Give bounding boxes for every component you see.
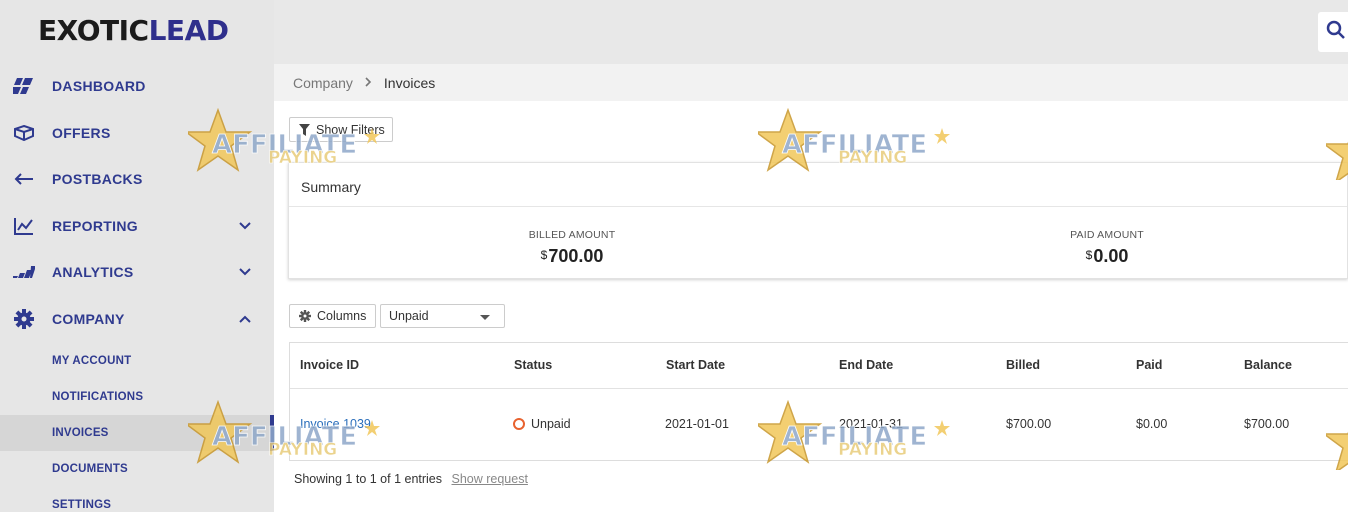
columns-button[interactable]: Columns: [289, 304, 376, 328]
svg-text:PAYING: PAYING: [838, 148, 907, 168]
start-date-cell: 2021-01-01: [665, 417, 729, 431]
paid-amount-label: PAID AMOUNT: [1070, 229, 1144, 241]
sidebar-item-label: DASHBOARD: [52, 78, 146, 94]
caret-down-icon: [480, 315, 490, 320]
watermark: [1321, 410, 1348, 474]
chevron-up-icon[interactable]: [236, 310, 254, 328]
sidebar-subitem-settings[interactable]: SETTINGS: [0, 487, 274, 512]
billed-cell: $700.00: [1006, 417, 1052, 431]
box-icon: [13, 122, 35, 144]
billed-amount-value: $700.00: [540, 246, 604, 266]
line-chart-icon: [13, 215, 35, 237]
top-bar: [274, 0, 1348, 64]
svg-text:PAYING: PAYING: [838, 440, 907, 460]
breadcrumb-invoices: Invoices: [383, 74, 436, 91]
watermark: AFFILIATE PAYING: [183, 399, 388, 480]
status-cell: Unpaid: [513, 417, 571, 431]
paid-amount-stat: PAID AMOUNT $0.00: [987, 229, 1227, 267]
watermark: AFFILIATE PAYING: [753, 107, 958, 188]
paid-amount-value: $0.00: [1085, 246, 1129, 266]
sidebar-item-analytics[interactable]: ANALYTICS: [0, 249, 274, 295]
column-header-status[interactable]: Status: [514, 358, 552, 372]
divider: [290, 388, 1348, 389]
sidebar-item-label: ANALYTICS: [52, 264, 134, 280]
balance-cell: $700.00: [1244, 417, 1290, 431]
search-button[interactable]: [1318, 12, 1348, 52]
show-request-link[interactable]: Show request: [452, 472, 528, 486]
analytics-icon: [13, 261, 35, 283]
status-circle-icon: [513, 418, 525, 430]
arrow-left-icon: [13, 168, 35, 190]
column-header-billed[interactable]: Billed: [1006, 358, 1040, 372]
status-filter-select[interactable]: Unpaid: [380, 304, 505, 328]
breadcrumb-company[interactable]: Company: [293, 75, 353, 91]
sidebar-item-company[interactable]: COMPANY: [0, 296, 274, 342]
column-header-invoice-id[interactable]: Invoice ID: [300, 358, 359, 372]
watermark: [1321, 120, 1348, 184]
search-icon: [1326, 20, 1346, 45]
sidebar-item-label: POSTBACKS: [52, 171, 143, 187]
chevron-down-icon[interactable]: [236, 263, 254, 281]
svg-text:PAYING: PAYING: [268, 440, 337, 460]
divider: [289, 206, 1347, 207]
column-header-paid[interactable]: Paid: [1136, 358, 1162, 372]
gear-icon: [13, 308, 35, 330]
column-header-end-date[interactable]: End Date: [839, 358, 893, 372]
watermark: AFFILIATE PAYING: [753, 399, 958, 480]
svg-text:PAYING: PAYING: [268, 148, 337, 168]
column-header-start-date[interactable]: Start Date: [666, 358, 725, 372]
sidebar-item-label: REPORTING: [52, 218, 138, 234]
brand-logo[interactable]: EXOTICLEAD: [38, 14, 229, 48]
breadcrumb: Company Invoices: [274, 64, 1348, 101]
gear-icon: [299, 310, 311, 322]
dashboard-icon: [13, 75, 35, 97]
chevron-right-icon: [365, 75, 372, 90]
paid-cell: $0.00: [1136, 417, 1168, 431]
chevron-down-icon[interactable]: [236, 217, 254, 235]
sidebar-item-reporting[interactable]: REPORTING: [0, 203, 274, 249]
watermark: AFFILIATE PAYING: [183, 107, 388, 188]
sidebar-subitem-my-account[interactable]: MY ACCOUNT: [0, 343, 274, 379]
sidebar-item-dashboard[interactable]: DASHBOARD: [0, 63, 274, 109]
sidebar-item-label: OFFERS: [52, 125, 111, 141]
sidebar-item-label: COMPANY: [52, 311, 125, 327]
billed-amount-stat: BILLED AMOUNT $700.00: [452, 229, 692, 267]
column-header-balance[interactable]: Balance: [1244, 358, 1292, 372]
billed-amount-label: BILLED AMOUNT: [528, 229, 616, 241]
